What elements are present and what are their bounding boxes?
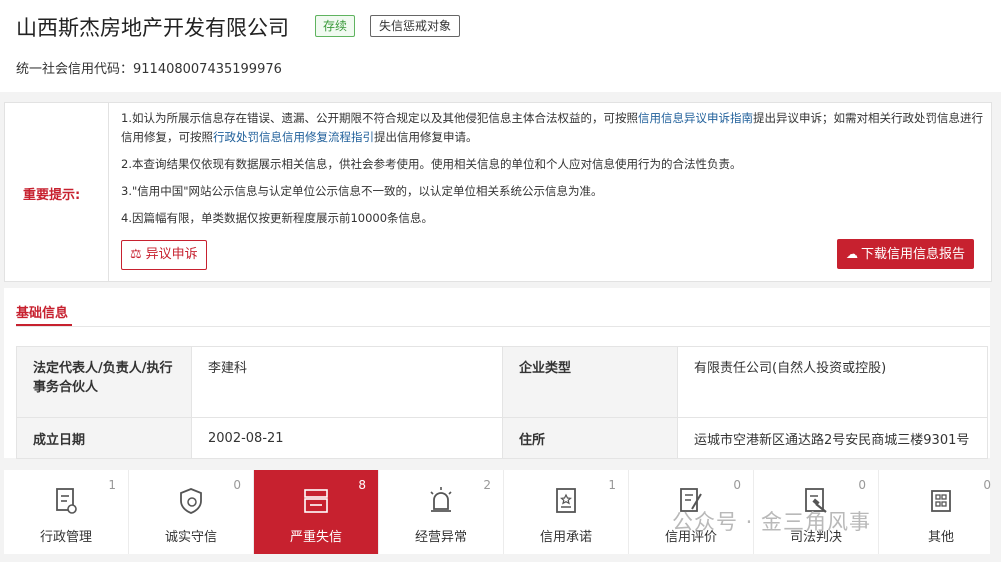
legal-rep-value: 李建科 <box>191 346 503 418</box>
alarm-light-icon <box>430 487 452 512</box>
tab-count: 0 <box>233 478 241 492</box>
download-report-button[interactable]: ☁ 下载信用信息报告 <box>837 239 975 269</box>
company-type-value: 有限责任公司(自然人投资或控股) <box>677 346 988 418</box>
basic-info-table: 法定代表人/负责人/执行事务合伙人 李建科 企业类型 有限责任公司(自然人投资或… <box>16 346 988 459</box>
address-value: 运城市空港新区通达路2号安民商城三楼9301号 <box>677 417 988 459</box>
tab-admin-management[interactable]: 1 行政管理 <box>4 470 129 554</box>
dishonesty-tag-badge: 失信惩戒对象 <box>370 15 461 37</box>
tab-label: 行政管理 <box>39 530 92 545</box>
company-name: 山西斯杰房地产开发有限公司 <box>16 16 289 40</box>
tab-basic-info[interactable]: 基础信息 <box>16 302 68 321</box>
tab-serious-dishonesty[interactable]: 8 严重失信 <box>254 470 379 554</box>
notice-body: 1.如认为所展示信息存在错误、遗漏、公开期限不符合规定以及其他侵犯信息主体合法权… <box>121 109 987 236</box>
notice-item-1: 1.如认为所展示信息存在错误、遗漏、公开期限不符合规定以及其他侵犯信息主体合法权… <box>121 109 987 147</box>
blacklist-icon <box>304 489 328 513</box>
shield-icon <box>180 488 202 514</box>
address-key: 住所 <box>502 417 678 459</box>
company-header: 山西斯杰房地产开发有限公司 存续 失信惩戒对象 统一社会信用代码：9114080… <box>0 0 1001 92</box>
notice-text: 提出信用修复申请。 <box>374 130 478 144</box>
wechat-watermark: 公众号 · 金三角风事 <box>672 510 872 534</box>
tab-label: 信用承诺 <box>539 530 592 545</box>
tab-count: 1 <box>108 478 116 492</box>
tab-label: 其他 <box>927 530 954 545</box>
notice-item-4: 4.因篇幅有限，单类数据仅按更新程度展示前10000条信息。 <box>121 211 434 225</box>
credit-code-label: 统一社会信用代码： <box>16 62 134 77</box>
tab-count: 0 <box>983 478 991 492</box>
credit-code-row: 统一社会信用代码：911408007435199976 <box>16 58 282 77</box>
objection-button-label: 异议申诉 <box>145 247 198 262</box>
document-seal-icon <box>56 488 77 514</box>
building-icon <box>931 490 951 512</box>
founded-key: 成立日期 <box>16 417 192 459</box>
important-notice-panel: 重要提示: 1.如认为所展示信息存在错误、遗漏、公开期限不符合规定以及其他侵犯信… <box>4 102 992 282</box>
tab-label: 诚实守信 <box>164 530 217 545</box>
tab-count: 8 <box>358 478 366 492</box>
notice-label: 重要提示: <box>23 188 81 203</box>
tab-count: 2 <box>483 478 491 492</box>
table-row: 法定代表人/负责人/执行事务合伙人 李建科 企业类型 有限责任公司(自然人投资或… <box>16 346 988 418</box>
notice-item-2: 2.本查询结果仅依现有数据展示相关信息，供社会参考使用。使用相关信息的单位和个人… <box>121 157 742 171</box>
basic-info-section: 基础信息 法定代表人/负责人/执行事务合伙人 李建科 企业类型 有限责任公司(自… <box>4 288 990 459</box>
certificate-icon <box>556 488 576 513</box>
objection-guide-link[interactable]: 信用信息异议申诉指南 <box>638 111 753 125</box>
tab-other[interactable]: 0 其他 <box>879 470 1001 554</box>
tab-honesty[interactable]: 0 诚实守信 <box>129 470 254 554</box>
legal-rep-key: 法定代表人/负责人/执行事务合伙人 <box>16 346 192 418</box>
tab-count: 0 <box>858 478 866 492</box>
notice-label-cell: 重要提示: <box>5 103 109 281</box>
tab-label: 严重失信 <box>289 530 342 545</box>
notice-text: 1.如认为所展示信息存在错误、遗漏、公开期限不符合规定以及其他侵犯信息主体合法权… <box>121 111 638 125</box>
table-row: 成立日期 2002-08-21 住所 运城市空港新区通达路2号安民商城三楼930… <box>16 417 988 459</box>
founded-value: 2002-08-21 <box>191 417 503 459</box>
download-button-label: 下载信用信息报告 <box>861 247 966 262</box>
appeal-icon: ⚖ <box>130 247 142 262</box>
tab-count: 1 <box>608 478 616 492</box>
company-type-key: 企业类型 <box>502 346 678 418</box>
status-badge: 存续 <box>315 15 356 37</box>
tab-count: 0 <box>733 478 741 492</box>
notice-item-3: 3."信用中国"网站公示信息与认定单位公示信息不一致的，以认定单位相关系统公示信… <box>121 184 603 198</box>
cloud-download-icon: ☁ <box>846 247 858 261</box>
tab-abnormal-operation[interactable]: 2 经营异常 <box>379 470 504 554</box>
credit-code-value: 911408007435199976 <box>133 62 282 77</box>
objection-button[interactable]: ⚖ 异议申诉 <box>121 240 207 270</box>
divider <box>16 326 990 327</box>
tab-credit-commitment[interactable]: 1 信用承诺 <box>504 470 629 554</box>
credit-repair-guide-link[interactable]: 行政处罚信息信用修复流程指引 <box>213 130 374 144</box>
tab-label: 经营异常 <box>414 530 467 545</box>
